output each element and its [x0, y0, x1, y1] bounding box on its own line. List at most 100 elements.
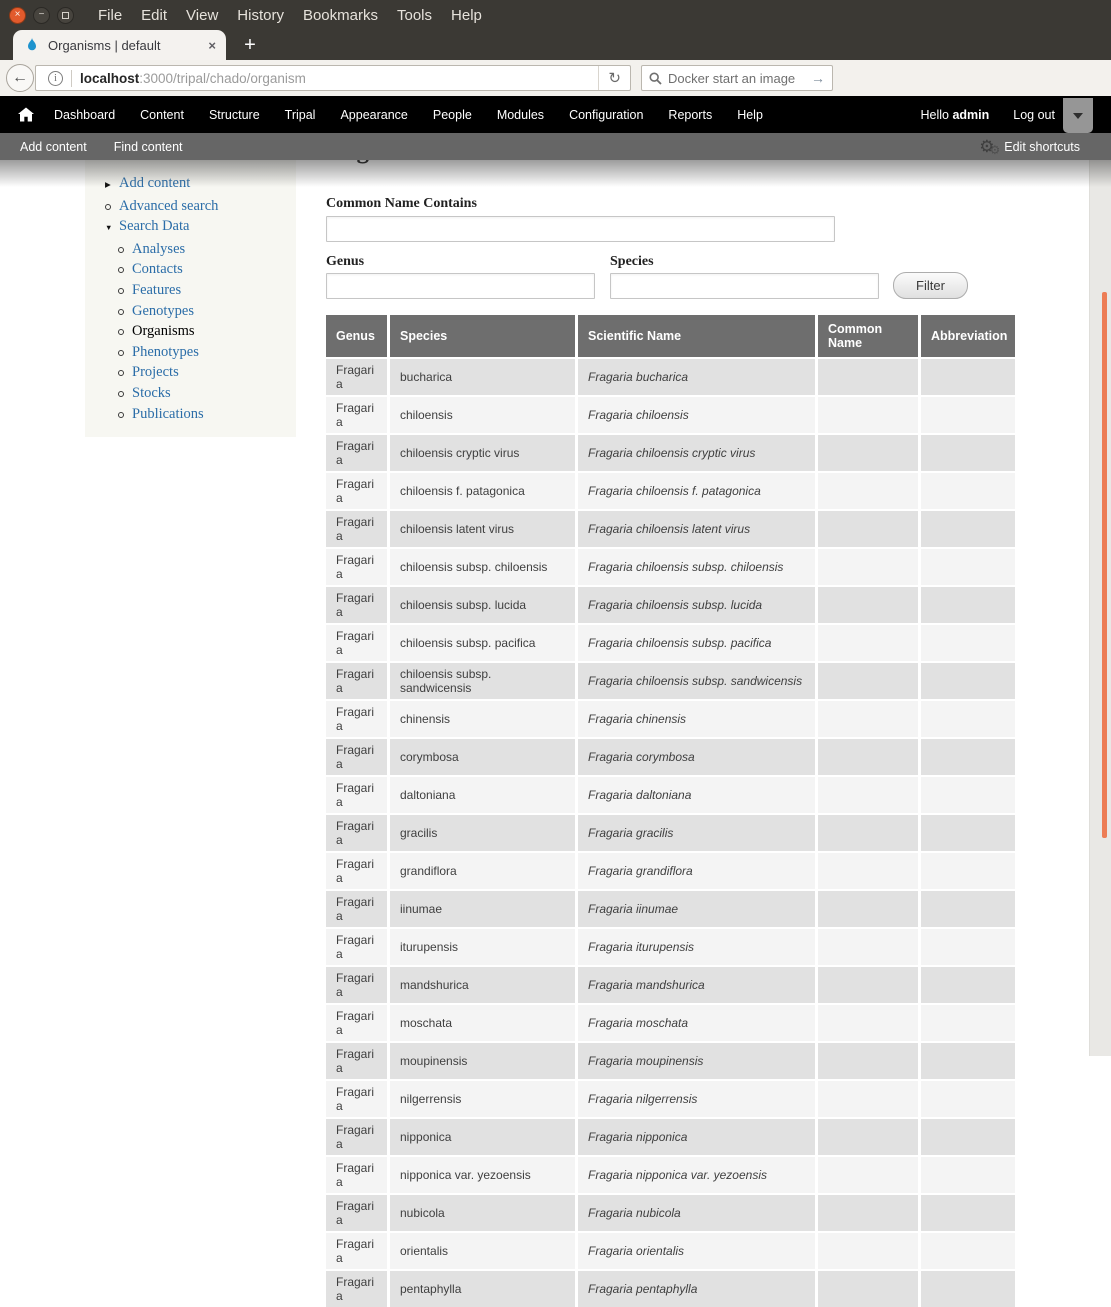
menubar-item[interactable]: Tools — [397, 7, 432, 24]
admin-menu-item[interactable]: Tripal — [285, 108, 316, 122]
edit-shortcuts-link[interactable]: ⚙ ⚙ Edit shortcuts — [979, 138, 1080, 156]
table-row: Fragaria nubicola Fragaria nubicola — [326, 1193, 1015, 1231]
menubar-item[interactable]: History — [237, 7, 284, 24]
table-row: Fragaria chiloensis cryptic virus Fragar… — [326, 433, 1015, 471]
sidebar-item-label[interactable]: Publications — [132, 406, 204, 422]
cell-genus: Fragaria — [326, 357, 390, 395]
cell-genus: Fragaria — [326, 585, 390, 623]
back-button[interactable]: ← — [6, 64, 34, 92]
sidebar-item[interactable]: Search Data — [85, 216, 296, 239]
sidebar-item-label[interactable]: Add content — [119, 175, 190, 191]
drupal-favicon-icon — [24, 37, 40, 53]
admin-menu-item[interactable]: Structure — [209, 108, 260, 122]
window-close-button[interactable]: × — [9, 7, 26, 24]
search-go-icon[interactable]: → — [811, 70, 825, 86]
table-row: Fragaria daltoniana Fragaria daltoniana — [326, 775, 1015, 813]
sidebar-item-label[interactable]: Search Data — [119, 218, 189, 234]
sidebar-item[interactable]: Projects — [85, 362, 296, 383]
sidebar-item[interactable]: Contacts — [85, 259, 296, 280]
sidebar-item[interactable]: Organisms — [85, 321, 296, 342]
tab-close-icon[interactable]: × — [206, 38, 218, 53]
logout-link[interactable]: Log out — [1013, 108, 1055, 122]
site-info-icon[interactable]: i — [48, 71, 63, 86]
url-input[interactable]: i localhost :3000/tripal/chado/organism … — [35, 65, 631, 91]
sidebar-item[interactable]: Analyses — [85, 239, 296, 260]
toolbar-toggle-button[interactable] — [1063, 98, 1093, 133]
cell-common-name — [818, 965, 921, 1003]
table-header-cell: Species — [390, 315, 578, 357]
admin-menu-item[interactable]: Dashboard — [54, 108, 115, 122]
admin-menu-item[interactable]: Content — [140, 108, 184, 122]
cell-abbreviation — [921, 471, 1015, 509]
cell-genus: Fragaria — [326, 433, 390, 471]
menubar-item[interactable]: Bookmarks — [303, 7, 378, 24]
sidebar-item[interactable]: Phenotypes — [85, 342, 296, 363]
sidebar-item-label[interactable]: Features — [132, 282, 181, 298]
page-title-clipped: Organisms — [326, 160, 626, 169]
sidebar-item-label[interactable]: Advanced search — [119, 198, 218, 214]
admin-menu-item[interactable]: People — [433, 108, 472, 122]
sidebar-item-label[interactable]: Analyses — [132, 241, 185, 257]
cell-scientific-name: Fragaria grandiflora — [578, 851, 818, 889]
genus-label: Genus — [326, 254, 364, 270]
admin-menu-item[interactable]: Modules — [497, 108, 544, 122]
cell-genus: Fragaria — [326, 661, 390, 699]
gear-small-icon: ⚙ — [990, 144, 1001, 156]
page-scrollbar-track[interactable] — [1089, 160, 1111, 1056]
cell-abbreviation — [921, 395, 1015, 433]
shortcut-link[interactable]: Find content — [114, 140, 183, 154]
admin-menu-item[interactable]: Appearance — [340, 108, 407, 122]
sidebar-item[interactable]: Publications — [85, 404, 296, 425]
cell-abbreviation — [921, 965, 1015, 1003]
sidebar-item-label[interactable]: Phenotypes — [132, 344, 199, 360]
window-minimize-button[interactable]: − — [33, 7, 50, 24]
menubar-item[interactable]: View — [186, 7, 218, 24]
browser-navbar: ← i localhost :3000/tripal/chado/organis… — [0, 60, 1111, 96]
cell-abbreviation — [921, 357, 1015, 395]
table-row: Fragaria orientalis Fragaria orientalis — [326, 1231, 1015, 1269]
genus-input[interactable] — [326, 273, 595, 299]
cell-common-name — [818, 661, 921, 699]
shortcut-link[interactable]: Add content — [20, 140, 87, 154]
admin-home-icon[interactable] — [18, 107, 34, 122]
sidebar-item[interactable]: Genotypes — [85, 301, 296, 322]
sidebar-item-label[interactable]: Projects — [132, 364, 179, 380]
window-maximize-button[interactable] — [57, 7, 74, 24]
table-row: Fragaria chiloensis subsp. chiloensis Fr… — [326, 547, 1015, 585]
menubar-item[interactable]: Edit — [141, 7, 167, 24]
sidebar-item-label[interactable]: Genotypes — [132, 303, 194, 319]
menubar-item[interactable]: File — [98, 7, 122, 24]
table-row: Fragaria chiloensis subsp. lucida Fragar… — [326, 585, 1015, 623]
sidebar-item[interactable]: Features — [85, 280, 296, 301]
common-name-input[interactable] — [326, 216, 835, 242]
cell-species: chiloensis subsp. sandwicensis — [390, 661, 578, 699]
window-buttons: × − — [9, 7, 74, 24]
search-box[interactable]: → — [641, 65, 833, 91]
cell-scientific-name: Fragaria chiloensis subsp. sandwicensis — [578, 661, 818, 699]
admin-menu-item[interactable]: Reports — [668, 108, 712, 122]
bullet-icon — [118, 391, 132, 397]
sidebar-item[interactable]: Stocks — [85, 383, 296, 404]
sidebar-item[interactable]: Add content — [85, 173, 296, 196]
admin-menu-item[interactable]: Configuration — [569, 108, 643, 122]
browser-tab-active[interactable]: Organisms | default × — [13, 30, 226, 60]
cell-species: nubicola — [390, 1193, 578, 1231]
cell-species: chinensis — [390, 699, 578, 737]
sidebar-item[interactable]: Advanced search — [85, 196, 296, 217]
reload-icon[interactable]: ↻ — [598, 66, 630, 90]
species-input[interactable] — [610, 273, 879, 299]
admin-menu-item[interactable]: Help — [737, 108, 763, 122]
cell-common-name — [818, 433, 921, 471]
sidebar-item-label[interactable]: Stocks — [132, 385, 171, 401]
cell-common-name — [818, 509, 921, 547]
page-scrollbar-thumb[interactable] — [1102, 292, 1107, 838]
admin-greeting: Hello admin — [920, 108, 989, 122]
table-row: Fragaria mandshurica Fragaria mandshuric… — [326, 965, 1015, 1003]
bullet-icon — [118, 329, 132, 335]
search-input[interactable] — [668, 71, 811, 86]
new-tab-button[interactable]: + — [237, 32, 263, 58]
sidebar-item-label[interactable]: Contacts — [132, 261, 183, 277]
menubar-item[interactable]: Help — [451, 7, 482, 24]
filter-button[interactable]: Filter — [893, 272, 968, 299]
sidebar-item-label[interactable]: Organisms — [132, 323, 195, 339]
